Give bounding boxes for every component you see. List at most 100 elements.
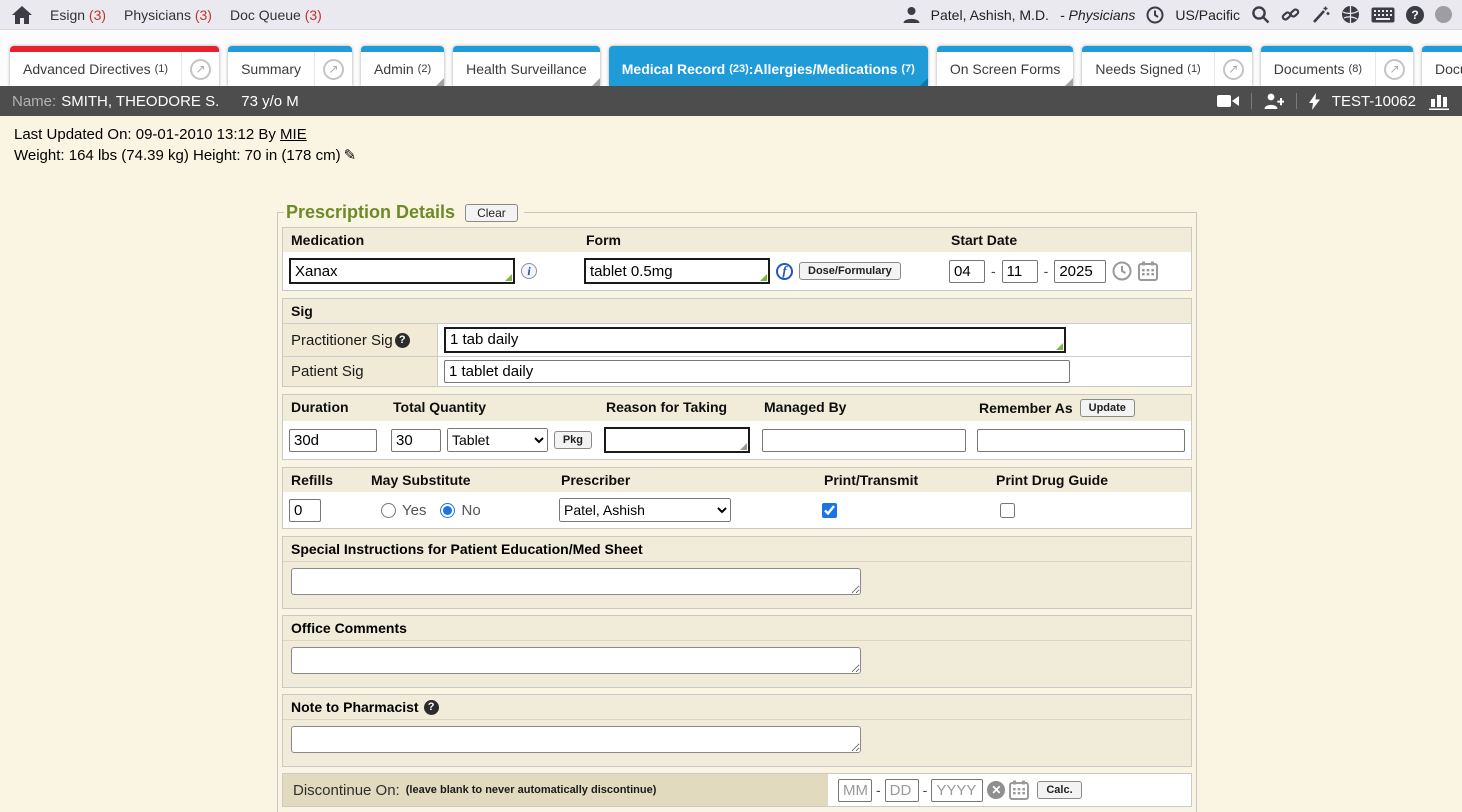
quantity-unit-select[interactable]: Tablet (447, 428, 548, 452)
wand-icon[interactable] (1311, 5, 1330, 24)
practitioner-sig-input[interactable]: 1 tab daily (444, 327, 1066, 353)
remember-as-header: Remember As Update (971, 395, 1191, 421)
tab-documents[interactable]: Documents(8) ↗ (1261, 46, 1413, 86)
discontinue-year-input[interactable] (931, 779, 983, 802)
special-instructions-header: Special Instructions for Patient Educati… (283, 537, 1191, 562)
discontinue-day-input[interactable] (885, 779, 919, 802)
tab-needs-signed[interactable]: Needs Signed(1) ↗ (1082, 46, 1251, 86)
special-instructions-section: Special Instructions for Patient Educati… (282, 536, 1192, 609)
calendar-icon[interactable] (1138, 261, 1158, 281)
substitute-yes-radio[interactable] (381, 503, 396, 518)
popout-icon[interactable]: ↗ (1214, 52, 1252, 86)
video-icon[interactable] (1217, 94, 1239, 108)
discontinue-calendar-icon[interactable] (1009, 780, 1029, 800)
refills-header: Refills (283, 468, 363, 492)
note-pharmacist-input[interactable] (291, 726, 861, 753)
clear-button[interactable]: Clear (465, 204, 518, 222)
link-icon[interactable] (1281, 5, 1300, 24)
print-transmit-header: Print/Transmit (816, 468, 988, 492)
practitioner-sig-help-icon[interactable]: ? (395, 333, 410, 348)
form-header: Form (578, 228, 943, 252)
medication-section: Medication Form Start Date i f Dose/Form… (282, 227, 1192, 291)
doc-queue-count: (3) (305, 7, 322, 23)
refills-input[interactable] (289, 499, 321, 522)
prescription-form: Prescription Details Clear Medication Fo… (277, 202, 1192, 812)
current-role: - Physicians (1060, 7, 1135, 23)
current-user[interactable]: Patel, Ashish, M.D. (931, 7, 1049, 23)
tab-admin[interactable]: Admin(2) (361, 46, 444, 86)
patient-name: SMITH, THEODORE S. (61, 93, 219, 110)
prescriber-header: Prescriber (553, 468, 816, 492)
substitute-no-radio[interactable] (440, 503, 455, 518)
update-button[interactable]: Update (1080, 399, 1135, 417)
medication-input[interactable] (289, 258, 515, 284)
office-comments-input[interactable] (291, 647, 861, 674)
tab-on-screen-forms[interactable]: On Screen Forms (937, 46, 1073, 86)
edit-vitals-icon[interactable]: ✎ (344, 147, 357, 164)
dose-formulary-button[interactable]: Dose/Formulary (799, 262, 901, 280)
search-icon[interactable] (1251, 5, 1270, 24)
status-circle-icon[interactable] (1435, 6, 1452, 23)
office-comments-header: Office Comments (283, 616, 1191, 641)
total-quantity-header: Total Quantity (385, 395, 598, 421)
form-input[interactable] (584, 258, 770, 284)
add-person-icon[interactable] (1264, 93, 1284, 109)
nav-esign[interactable]: Esign (3) (50, 7, 106, 23)
quantity-input[interactable] (391, 429, 441, 452)
reason-header: Reason for Taking (598, 395, 756, 421)
tab-medical-record-selected[interactable]: Medical Record(23):Allergies/Medications… (609, 46, 928, 86)
help-icon[interactable]: ? (1406, 6, 1424, 24)
patient-sig-input[interactable] (444, 360, 1070, 383)
reason-input[interactable] (604, 427, 750, 453)
tab-documents-d[interactable]: Documents-D (1422, 46, 1462, 86)
lightning-icon[interactable] (1309, 93, 1320, 110)
calc-button[interactable]: Calc. (1037, 781, 1081, 799)
discontinue-section: Discontinue On: (leave blank to never au… (282, 773, 1192, 807)
start-month-input[interactable] (949, 260, 985, 283)
popout-icon[interactable]: ↗ (181, 52, 219, 86)
clock-icon (1146, 6, 1164, 24)
pharmacist-help-icon[interactable]: ? (424, 700, 439, 715)
discontinue-month-input[interactable] (838, 779, 872, 802)
note-pharmacist-header: Note to Pharmacist ? (283, 695, 1191, 720)
clear-date-icon[interactable]: ✕ (987, 781, 1005, 799)
patient-sig-label: Patient Sig (283, 357, 438, 386)
formulary-icon[interactable]: f (776, 263, 793, 280)
managed-by-input[interactable] (762, 429, 966, 452)
print-drug-guide-header: Print Drug Guide (988, 468, 1191, 492)
medication-header: Medication (283, 228, 578, 252)
tab-summary[interactable]: Summary ↗ (228, 46, 352, 86)
duration-input[interactable] (289, 429, 377, 452)
special-instructions-input[interactable] (291, 568, 861, 595)
nav-physicians[interactable]: Physicians (3) (124, 7, 212, 23)
refills-section: Refills May Substitute Prescriber Print/… (282, 467, 1192, 529)
drug-info-icon[interactable]: i (521, 263, 537, 279)
globe-icon[interactable] (1341, 5, 1360, 24)
home-icon[interactable] (12, 6, 32, 24)
time-clock-icon[interactable] (1112, 261, 1132, 281)
popout-icon[interactable]: ↗ (1375, 52, 1413, 86)
managed-by-header: Managed By (756, 395, 971, 421)
start-day-input[interactable] (1002, 260, 1038, 283)
timezone[interactable]: US/Pacific (1175, 7, 1240, 23)
main-content: Last Updated On: 09-01-2010 13:12 By MIE… (0, 116, 1462, 812)
keyboard-icon[interactable] (1371, 7, 1395, 23)
remember-as-input[interactable] (977, 429, 1185, 452)
tab-advanced-directives[interactable]: Advanced Directives(1) ↗ (10, 46, 219, 86)
mie-link[interactable]: MIE (280, 126, 307, 143)
start-year-input[interactable] (1054, 260, 1106, 283)
popout-icon[interactable]: ↗ (314, 52, 352, 86)
prescriber-select[interactable]: Patel, Ashish (559, 498, 731, 522)
name-label: Name: (12, 93, 56, 110)
chart-id[interactable]: TEST-10062 (1332, 93, 1416, 110)
user-icon (903, 6, 920, 23)
print-transmit-checkbox[interactable] (822, 503, 837, 518)
tab-health-surveillance[interactable]: Health Surveillance (453, 46, 600, 86)
pkg-button[interactable]: Pkg (554, 431, 592, 449)
print-drug-guide-checkbox[interactable] (1000, 503, 1015, 518)
discontinue-hint: (leave blank to never automatically disc… (406, 784, 657, 796)
duration-section: Duration Total Quantity Reason for Takin… (282, 394, 1192, 460)
duration-header: Duration (283, 395, 385, 421)
flowsheet-chart-icon[interactable] (1428, 92, 1450, 110)
nav-doc-queue[interactable]: Doc Queue (3) (230, 7, 322, 23)
